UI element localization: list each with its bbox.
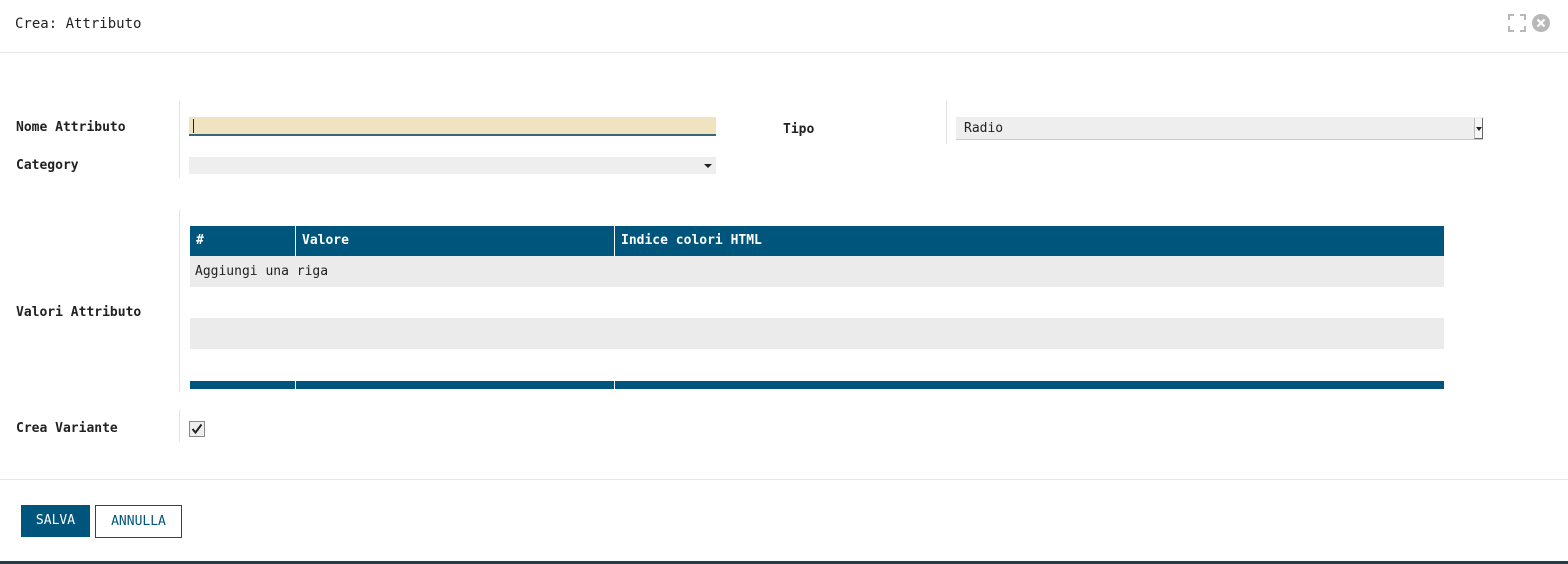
name-label: Nome Attributo (16, 120, 126, 135)
text-caret (193, 119, 194, 133)
column-header-number[interactable]: # (190, 226, 296, 256)
tipo-select[interactable]: Radio (956, 117, 1483, 140)
footer-separator (614, 381, 615, 389)
variant-checkbox[interactable] (189, 421, 205, 437)
label-divider (179, 210, 180, 392)
table-row (190, 318, 1444, 349)
variant-label: Crea Variante (16, 421, 118, 436)
tipo-dropdown-button[interactable] (1474, 118, 1483, 139)
values-grid: # Valore Indice colori HTML Aggiungi una… (190, 226, 1444, 389)
label-divider (179, 410, 180, 442)
expand-icon[interactable] (1507, 13, 1527, 33)
checkmark-icon (191, 423, 203, 435)
values-label: Valori Attributo (16, 305, 142, 320)
chevron-down-icon (1476, 127, 1482, 131)
tipo-divider (946, 101, 947, 144)
column-header-html-color[interactable]: Indice colori HTML (615, 226, 1444, 256)
category-select[interactable] (189, 157, 716, 174)
grid-footer (190, 381, 1444, 389)
dialog-header: Crea: Attributo (0, 0, 1568, 53)
cancel-button[interactable]: ANNULLA (95, 505, 182, 538)
name-input[interactable] (189, 117, 716, 136)
table-row (190, 287, 1444, 318)
save-button[interactable]: SALVA (21, 505, 90, 537)
dialog-title: Crea: Attributo (15, 16, 142, 32)
add-row-link[interactable]: Aggiungi una riga (195, 264, 328, 279)
label-divider (179, 101, 180, 178)
tipo-label: Tipo (783, 122, 815, 137)
column-header-value[interactable]: Valore (296, 226, 615, 256)
tipo-value: Radio (964, 121, 1004, 136)
table-row: Aggiungi una riga (190, 256, 1444, 287)
category-label: Category (16, 158, 79, 173)
chevron-down-icon (704, 164, 712, 168)
footer-separator (295, 381, 296, 389)
grid-header: # Valore Indice colori HTML (190, 226, 1444, 256)
table-row (190, 349, 1444, 380)
footer-divider (0, 479, 1568, 480)
close-icon[interactable] (1531, 13, 1551, 33)
